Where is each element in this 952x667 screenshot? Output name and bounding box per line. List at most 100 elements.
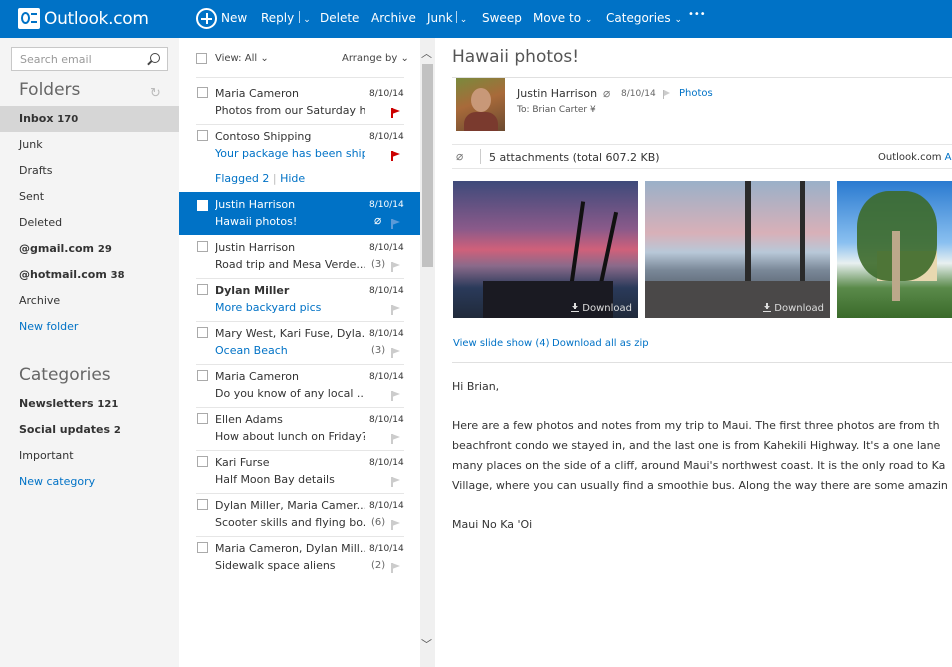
- folder-hotmail[interactable]: @hotmail.com 38: [0, 262, 179, 288]
- message-date: 8/10/14: [369, 89, 404, 99]
- message-checkbox[interactable]: [197, 456, 208, 467]
- folder-inbox[interactable]: Inbox 170: [0, 106, 179, 132]
- search-input[interactable]: Search email: [11, 47, 168, 71]
- view-filter[interactable]: View: All ⌄: [215, 53, 269, 64]
- new-button[interactable]: New: [221, 11, 247, 25]
- message-checkbox[interactable]: [197, 130, 208, 141]
- message-sender: Ellen Adams: [215, 413, 283, 426]
- message-item-selected[interactable]: Justin Harrison 8/10/14 Hawaii photos! ⌀: [179, 192, 420, 235]
- message-date: 8/10/14: [369, 458, 404, 468]
- refresh-icon[interactable]: ↻: [150, 86, 161, 101]
- message-checkbox[interactable]: [197, 241, 208, 252]
- message-item[interactable]: Maria Cameron 8/10/14 Photos from our Sa…: [179, 81, 420, 124]
- download-link[interactable]: Download: [763, 303, 824, 314]
- flag-icon[interactable]: [663, 90, 671, 99]
- flag-icon[interactable]: [391, 262, 400, 272]
- new-category-link[interactable]: New category: [0, 469, 179, 495]
- message-date: 8/10/14: [369, 243, 404, 253]
- folder-deleted[interactable]: Deleted: [0, 210, 179, 236]
- message-item[interactable]: Contoso Shipping 8/10/14 Your package ha…: [179, 124, 420, 167]
- folder-junk[interactable]: Junk: [0, 132, 179, 158]
- hide-flagged-link[interactable]: Hide: [280, 172, 305, 185]
- message-date: 8/10/14: [369, 415, 404, 425]
- message-item[interactable]: Maria Cameron, Dylan Mill... 8/10/14 Sid…: [179, 536, 420, 579]
- download-link[interactable]: Download: [571, 303, 632, 314]
- message-checkbox[interactable]: [197, 200, 208, 211]
- outlook-logo-icon: [18, 8, 40, 29]
- categories-button[interactable]: Categories ⌄: [606, 11, 682, 25]
- chevron-down-icon[interactable]: ⌄: [460, 15, 468, 25]
- flag-icon[interactable]: [391, 434, 400, 444]
- folder-archive[interactable]: Archive: [0, 288, 179, 314]
- category-count: 121: [97, 399, 119, 410]
- flagged-toggle[interactable]: Flagged 2 | Hide: [215, 172, 305, 185]
- slide-show-link[interactable]: View slide show (4): [453, 338, 550, 349]
- flag-icon[interactable]: [391, 108, 400, 118]
- category-important[interactable]: Important: [0, 443, 179, 469]
- junk-button[interactable]: Junk ⌄: [427, 11, 467, 25]
- sender-name[interactable]: Justin Harrison: [517, 87, 597, 100]
- attachments-source-link[interactable]: Ac: [945, 152, 952, 163]
- junk-label: Junk: [427, 11, 453, 25]
- thread-count: (3): [371, 259, 386, 270]
- message-date: 8/10/14: [621, 89, 656, 99]
- message-date: 8/10/14: [369, 544, 404, 554]
- sender-avatar[interactable]: [456, 78, 505, 131]
- select-all-checkbox[interactable]: [196, 53, 207, 64]
- arrange-by[interactable]: Arrange by ⌄: [342, 53, 409, 64]
- more-options-icon[interactable]: •••: [688, 9, 706, 20]
- scroll-down-icon[interactable]: ﹀: [421, 636, 432, 652]
- message-item[interactable]: Ellen Adams 8/10/14 How about lunch on F…: [179, 407, 420, 450]
- category-tag[interactable]: Photos: [679, 88, 713, 99]
- flag-icon[interactable]: [391, 151, 400, 161]
- recipient-line[interactable]: To: Brian Carter ¥: [517, 105, 596, 115]
- list-scrollbar-thumb[interactable]: [422, 64, 433, 267]
- outlook-logo[interactable]: Outlook.com: [18, 8, 149, 29]
- photo-thumbnail[interactable]: Download: [453, 181, 638, 318]
- new-folder-link[interactable]: New folder: [0, 314, 179, 340]
- message-item[interactable]: Justin Harrison 8/10/14 Road trip and Me…: [179, 235, 420, 278]
- flag-icon[interactable]: [391, 563, 400, 573]
- flag-icon[interactable]: [391, 219, 400, 229]
- message-item[interactable]: Dylan Miller, Maria Camer... 8/10/14 Sco…: [179, 493, 420, 536]
- message-checkbox[interactable]: [197, 542, 208, 553]
- move-to-button[interactable]: Move to ⌄: [533, 11, 592, 25]
- message-checkbox[interactable]: [197, 413, 208, 424]
- message-checkbox[interactable]: [197, 284, 208, 295]
- flag-icon[interactable]: [391, 305, 400, 315]
- photo-thumbnail[interactable]: Download: [645, 181, 830, 318]
- message-subject: Scooter skills and flying bo...: [215, 516, 365, 529]
- folder-drafts[interactable]: Drafts: [0, 158, 179, 184]
- flag-icon[interactable]: [391, 477, 400, 487]
- message-subject: Hawaii photos!: [215, 215, 298, 228]
- message-item[interactable]: Mary West, Kari Fuse, Dyla... 8/10/14 Oc…: [179, 321, 420, 364]
- archive-button[interactable]: Archive: [371, 11, 416, 25]
- message-checkbox[interactable]: [197, 327, 208, 338]
- message-item[interactable]: Kari Furse 8/10/14 Half Moon Bay details: [179, 450, 420, 493]
- message-item[interactable]: Maria Cameron 8/10/14 Do you know of any…: [179, 364, 420, 407]
- folder-gmail[interactable]: @gmail.com 29: [0, 236, 179, 262]
- message-sender: Kari Furse: [215, 456, 270, 469]
- flag-icon[interactable]: [391, 391, 400, 401]
- message-date: 8/10/14: [369, 329, 404, 339]
- scroll-up-icon[interactable]: ︿: [421, 45, 432, 61]
- message-item[interactable]: Dylan Miller 8/10/14 More backyard pics: [179, 278, 420, 321]
- message-checkbox[interactable]: [197, 499, 208, 510]
- message-checkbox[interactable]: [197, 370, 208, 381]
- chevron-down-icon[interactable]: ⌄: [303, 15, 311, 25]
- folder-sent[interactable]: Sent: [0, 184, 179, 210]
- search-icon[interactable]: [150, 53, 160, 63]
- photo-thumbnail[interactable]: [837, 181, 952, 318]
- category-social-updates[interactable]: Social updates 2: [0, 417, 179, 443]
- flag-icon[interactable]: [391, 348, 400, 358]
- download-all-link[interactable]: Download all as zip: [552, 338, 649, 349]
- reply-button[interactable]: Reply ⌄: [261, 11, 311, 25]
- divider: [452, 77, 952, 78]
- flag-icon[interactable]: [391, 520, 400, 530]
- chevron-down-icon: ⌄: [584, 15, 593, 25]
- new-plus-icon[interactable]: [196, 8, 217, 29]
- message-checkbox[interactable]: [197, 87, 208, 98]
- delete-button[interactable]: Delete: [320, 11, 359, 25]
- sweep-button[interactable]: Sweep: [482, 11, 522, 25]
- category-newsletters[interactable]: Newsletters 121: [0, 391, 179, 417]
